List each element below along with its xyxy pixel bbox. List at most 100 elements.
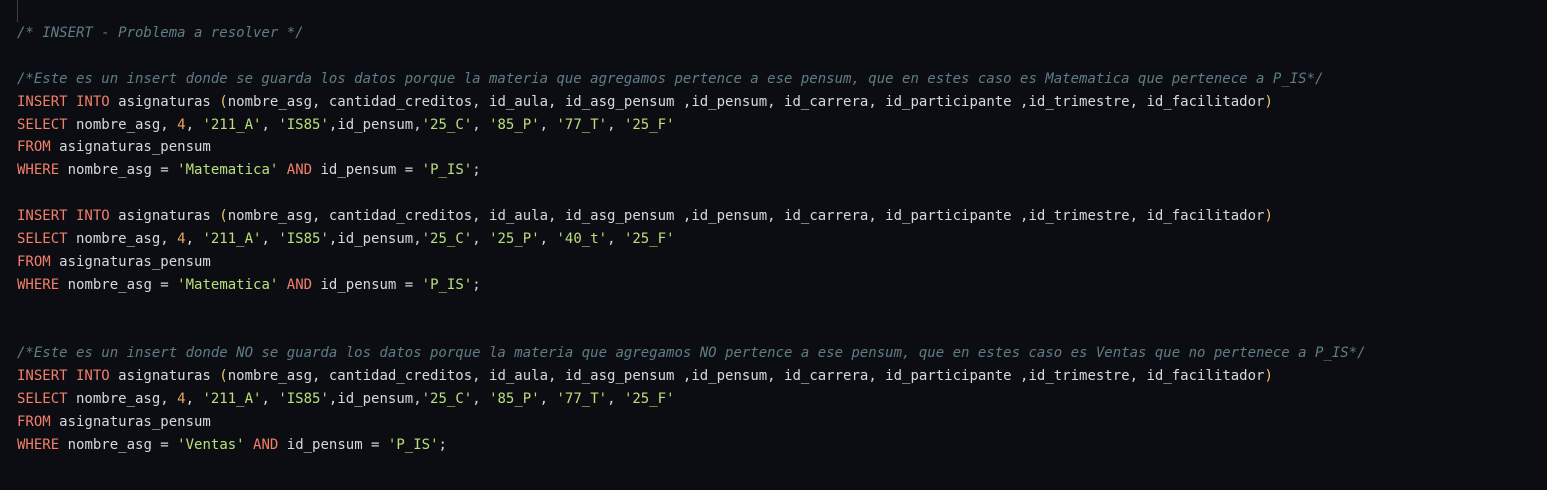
code-line[interactable]: FROM asignaturas_pensum [17, 411, 1366, 434]
sql-keyword: FROM [17, 414, 51, 431]
sql-text: asignaturas [109, 368, 220, 385]
sql-string-literal: '25_F' [623, 391, 675, 408]
code-line[interactable]: SELECT nombre_asg, 4, '211_A', 'IS85',id… [17, 114, 1366, 137]
code-area[interactable]: /* INSERT - Problema a resolver */ /*Este… [17, 22, 1366, 457]
sql-text: asignaturas [109, 93, 220, 110]
sql-string-literal: 'Matematica' [177, 276, 279, 293]
sql-string-literal: '77_T' [556, 391, 608, 408]
sql-text: nombre_asg, [67, 391, 178, 408]
sql-text: ; [472, 162, 481, 179]
code-line[interactable]: SELECT nombre_asg, 4, '211_A', 'IS85',id… [17, 388, 1366, 411]
sql-string-literal: 'IS85' [278, 116, 329, 133]
code-line[interactable]: WHERE nombre_asg = 'Matematica' AND id_p… [17, 159, 1366, 182]
sql-text: , [539, 231, 557, 248]
sql-keyword: INSERT INTO [17, 368, 110, 385]
sql-keyword: AND [286, 162, 313, 179]
code-line[interactable]: INSERT INTO asignaturas (nombre_asg, can… [17, 205, 1366, 228]
code-line[interactable]: /* INSERT - Problema a resolver */ [17, 22, 1366, 45]
sql-text: , [472, 391, 490, 408]
code-line[interactable]: FROM asignaturas_pensum [17, 136, 1366, 159]
sql-keyword: AND [253, 437, 279, 454]
sql-number-literal: 4 [177, 231, 186, 248]
sql-text: nombre_asg, [67, 116, 178, 133]
sql-text: ,id_pensum, [328, 116, 422, 133]
sql-text: asignaturas_pensum [50, 253, 211, 270]
sql-string-literal: '25_C' [421, 231, 473, 248]
sql-text: id_pensum = [312, 162, 422, 179]
sql-paren: ( [219, 208, 228, 225]
sql-string-literal: '25_C' [421, 391, 473, 408]
sql-string-literal: '211_A' [202, 231, 262, 248]
code-line[interactable] [17, 45, 1366, 68]
sql-number-literal: 4 [177, 116, 186, 133]
sql-text: asignaturas_pensum [50, 139, 211, 156]
sql-text: , [185, 231, 203, 248]
sql-text: ,id_pensum, [328, 391, 422, 408]
sql-text: asignaturas_pensum [50, 414, 211, 431]
code-line[interactable]: INSERT INTO asignaturas (nombre_asg, can… [17, 365, 1366, 388]
code-line[interactable]: WHERE nombre_asg = 'Matematica' AND id_p… [17, 274, 1366, 297]
code-line[interactable]: FROM asignaturas_pensum [17, 251, 1366, 274]
sql-string-literal: 'Ventas' [177, 437, 245, 454]
code-line[interactable] [17, 320, 1366, 343]
sql-string-literal: '25_F' [623, 231, 675, 248]
sql-number-literal: 4 [177, 391, 186, 408]
sql-keyword: INSERT INTO [17, 93, 110, 110]
sql-string-literal: '40_t' [556, 231, 608, 248]
sql-text: , [185, 391, 203, 408]
sql-text: nombre_asg, cantidad_creditos, id_aula, … [227, 93, 1265, 110]
sql-text: nombre_asg, cantidad_creditos, id_aula, … [227, 368, 1265, 385]
sql-keyword: WHERE [17, 276, 60, 293]
code-line[interactable]: SELECT nombre_asg, 4, '211_A', 'IS85',id… [17, 228, 1366, 251]
sql-text: id_pensum = [278, 437, 388, 454]
sql-text: , [261, 391, 279, 408]
code-line[interactable]: INSERT INTO asignaturas (nombre_asg, can… [17, 91, 1366, 114]
sql-string-literal: '25_C' [421, 116, 473, 133]
sql-text: , [472, 116, 490, 133]
sql-string-literal: '77_T' [556, 116, 608, 133]
sql-keyword: AND [286, 276, 313, 293]
sql-comment: /*Este es un insert donde se guarda los … [17, 70, 1324, 87]
code-line[interactable] [17, 182, 1366, 205]
sql-text: id_pensum = [312, 276, 422, 293]
sql-text: , [607, 391, 624, 408]
code-line[interactable]: /*Este es un insert donde se guarda los … [17, 68, 1366, 91]
sql-string-literal: 'Matematica' [177, 162, 279, 179]
sql-text: , [607, 231, 624, 248]
sql-text: , [185, 116, 203, 133]
sql-keyword: SELECT [17, 231, 68, 248]
code-editor[interactable]: /* INSERT - Problema a resolver */ /*Este… [0, 0, 1547, 490]
sql-text: , [539, 116, 557, 133]
sql-text: , [261, 116, 279, 133]
sql-text: nombre_asg = [59, 437, 178, 454]
code-line[interactable]: /*Este es un insert donde NO se guarda l… [17, 342, 1366, 365]
sql-text: , [607, 116, 624, 133]
sql-string-literal: 'P_IS' [421, 276, 473, 293]
sql-text: nombre_asg = [59, 162, 178, 179]
sql-text: nombre_asg = [59, 276, 178, 293]
text-cursor [17, 0, 18, 22]
sql-keyword: INSERT INTO [17, 208, 110, 225]
sql-keyword: WHERE [17, 437, 60, 454]
sql-string-literal: '25_F' [623, 116, 675, 133]
code-line[interactable]: WHERE nombre_asg = 'Ventas' AND id_pensu… [17, 434, 1366, 457]
sql-comment: /*Este es un insert donde NO se guarda l… [17, 345, 1366, 362]
sql-text: , [261, 231, 279, 248]
sql-paren: ) [1264, 93, 1273, 110]
sql-text: nombre_asg, cantidad_creditos, id_aula, … [227, 208, 1265, 225]
sql-string-literal: 'P_IS' [387, 437, 439, 454]
sql-string-literal: '85_P' [489, 116, 540, 133]
sql-text: ; [472, 276, 481, 293]
sql-text: , [472, 231, 490, 248]
sql-keyword: FROM [17, 139, 51, 156]
code-line[interactable] [17, 297, 1366, 320]
sql-string-literal: 'P_IS' [421, 162, 473, 179]
sql-string-literal: '85_P' [489, 391, 540, 408]
sql-string-literal: 'IS85' [278, 231, 329, 248]
sql-paren: ( [219, 368, 228, 385]
sql-keyword: SELECT [17, 116, 68, 133]
sql-paren: ( [219, 93, 228, 110]
